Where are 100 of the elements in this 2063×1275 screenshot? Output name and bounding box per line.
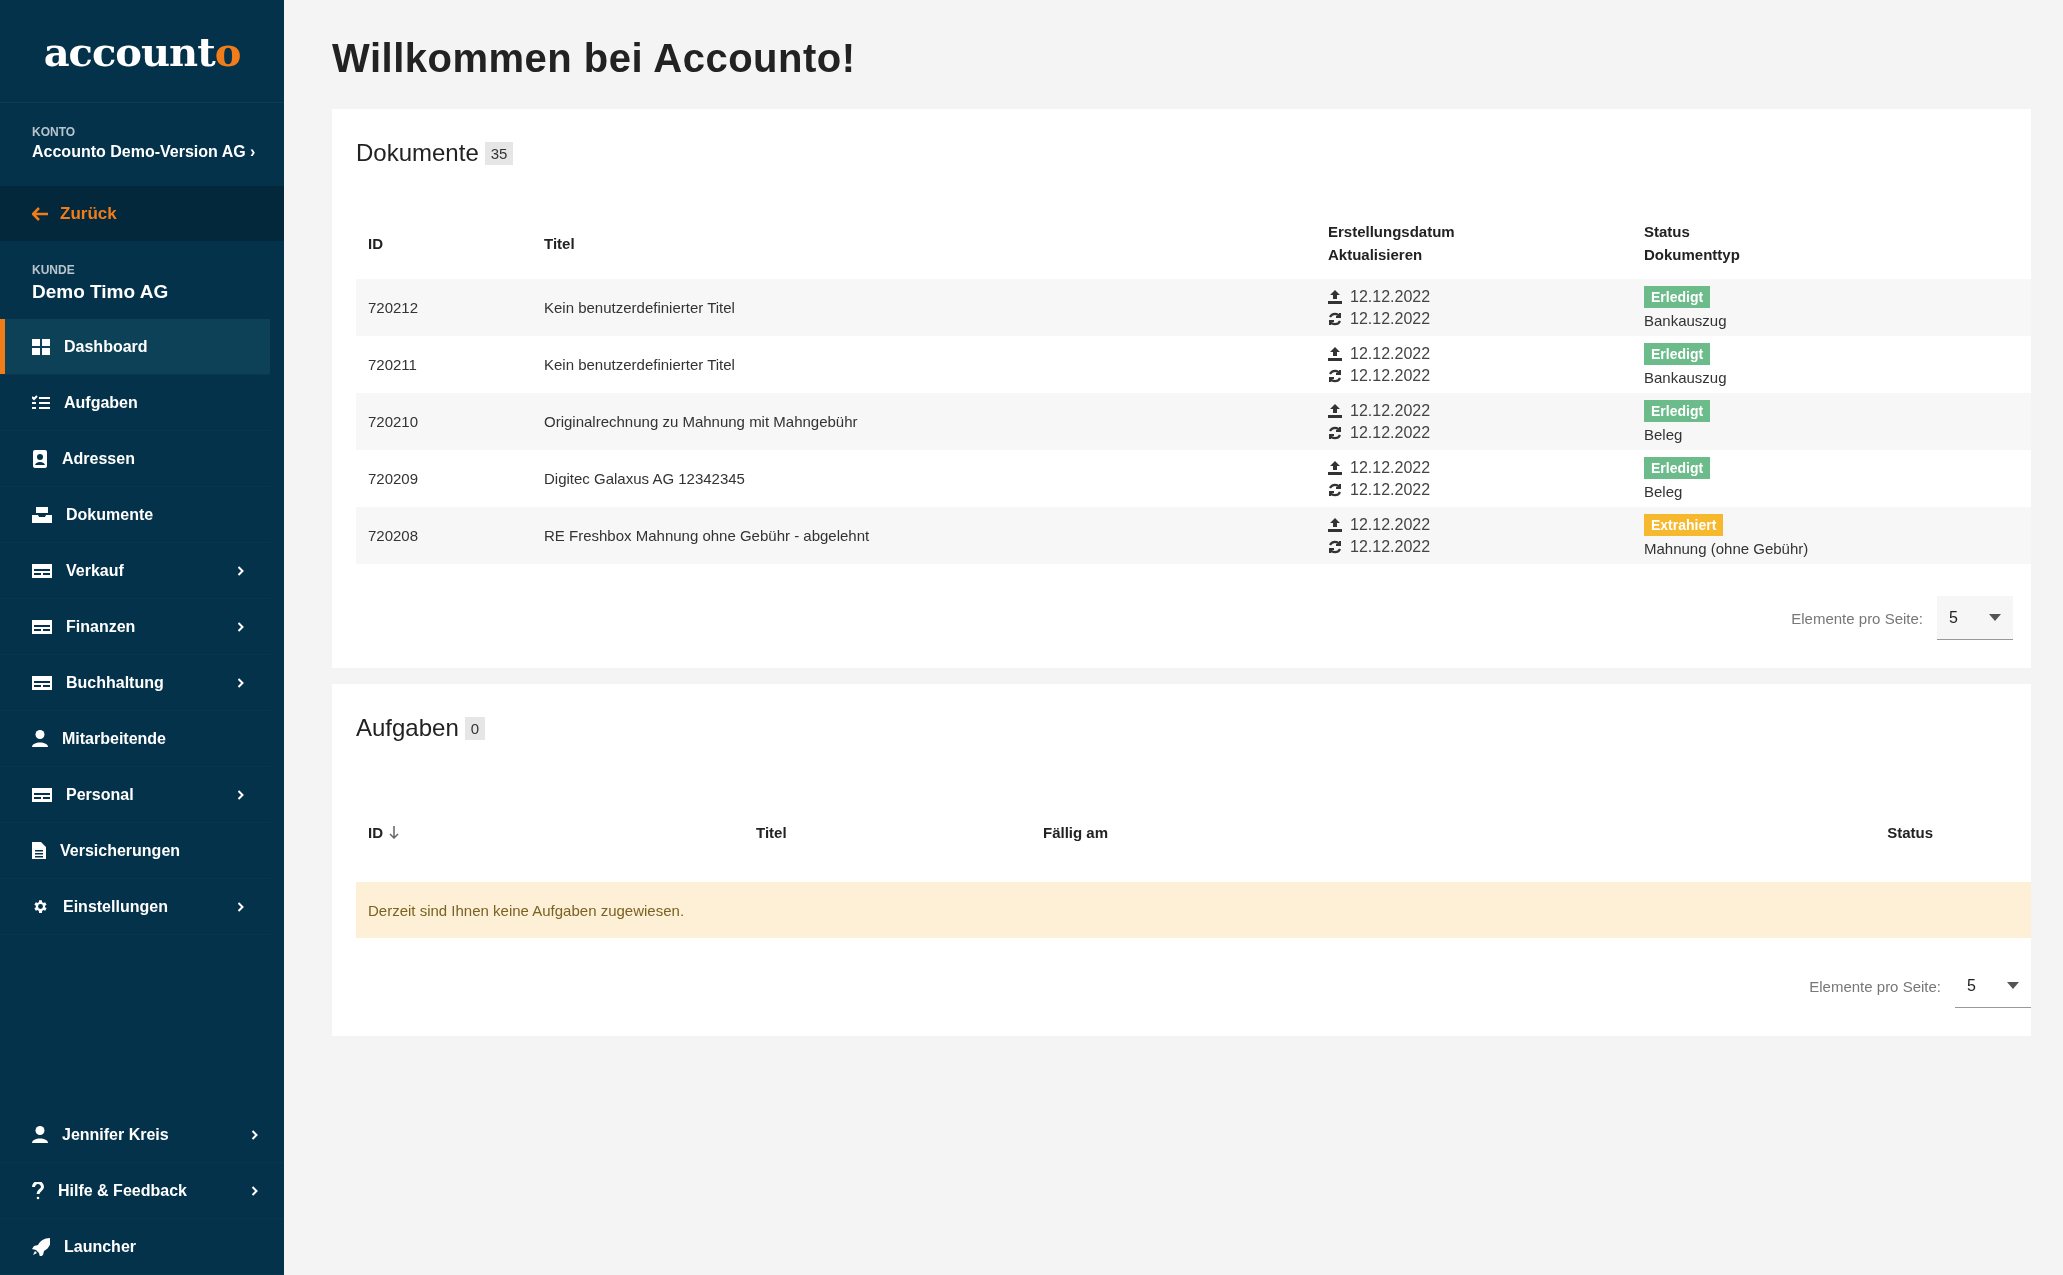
upload-icon [1328,460,1342,475]
arrow-left-icon [32,206,48,221]
card-icon [32,619,52,634]
section-title: Dokumente [356,139,479,167]
updated-date: 12.12.2022 [1350,309,1431,328]
account-name[interactable]: Accounto Demo-Version AG › [32,143,284,161]
table-cell-text: Kein benutzerdefinierter Titel [544,299,736,316]
sidebar-item[interactable]: Personal [0,767,270,823]
customer-name: Demo Timo AG [32,281,170,303]
refresh-icon [1328,311,1342,326]
refresh-icon [1328,482,1342,497]
table-cell-text: Originalrechnung zu Mahnung mit Mahngebühr [544,413,859,430]
sidebar-item[interactable]: Mitarbeitende [0,711,270,767]
empty-message: Derzeit sind Ihnen keine Aufgaben zugewiesen. [356,882,2031,938]
back-link[interactable]: Zurück [0,186,284,241]
document-type: Bankauszug [1644,312,1728,329]
document-type: Mahnung (ohne Gebühr) [1644,540,1810,557]
chevron-right-icon [237,621,244,632]
table-cell-text: 720212 [368,299,420,316]
chevron-right-icon [237,677,244,688]
sidebar-item[interactable]: Jennifer Kreis [0,1107,284,1163]
upload-icon [1328,517,1342,532]
chevron-right-icon [237,565,244,576]
updated-date: 12.12.2022 [1350,423,1431,442]
column-header[interactable]: Fällig am [1043,823,1109,841]
table-cell-text: 720208 [368,527,420,544]
column-header: Status [1644,223,1691,240]
accounto-logo[interactable]: accounto [43,27,241,75]
card-icon [32,675,52,690]
table-cell-text: Kein benutzerdefinierter Titel [544,356,736,373]
status-badge: Extrahiert [1644,514,1724,536]
upload-icon [1328,403,1342,418]
created-date: 12.12.2022 [1350,401,1431,420]
status-badge: Erledigt [1644,286,1711,308]
customer-label: KUNDE [32,263,76,277]
settings-icon [32,898,49,915]
checklist-icon [32,394,50,411]
column-header: Aktualisieren [1328,246,1424,263]
grid-icon [32,338,50,355]
caret-down-icon [2007,982,2019,989]
column-header[interactable]: Status [1887,823,1933,841]
count-badge: 35 [484,141,514,165]
updated-date: 12.12.2022 [1350,480,1431,499]
upload-icon [1328,346,1342,361]
inbox-icon [32,506,52,523]
sidebar-item[interactable]: Hilfe & Feedback [0,1163,284,1219]
column-header[interactable]: ID [368,823,383,841]
contact-card-icon [32,449,48,468]
sidebar-item[interactable]: Buchhaltung [0,655,270,711]
column-header: Titel [544,234,576,252]
sidebar-item[interactable]: Finanzen [0,599,270,655]
updated-date: 12.12.2022 [1350,537,1431,556]
sidebar-item[interactable]: Dashboard [0,319,270,375]
question-icon [32,1181,44,1200]
chevron-right-icon [251,1129,258,1140]
upload-icon [1328,289,1342,304]
sidebar-item[interactable]: Aufgaben [0,375,270,431]
chevron-right-icon [251,1185,258,1196]
updated-date: 12.12.2022 [1350,366,1431,385]
table-cell-text: Digitec Galaxus AG 12342345 [544,470,746,487]
column-header: Erstellungsdatum [1328,223,1456,240]
document-type: Beleg [1644,426,1684,443]
sort-descending-icon [389,825,399,839]
refresh-icon [1328,368,1342,383]
sidebar-item[interactable]: Einstellungen [0,879,270,935]
table-cell-text: 720210 [368,413,420,430]
sidebar-item[interactable]: Adressen [0,431,270,487]
sidebar-item[interactable]: Versicherungen [0,823,270,879]
page-size-label: Elemente pro Seite: [1791,609,1923,627]
created-date: 12.12.2022 [1350,515,1431,534]
section-title: Aufgaben [356,714,459,742]
document-icon [32,842,46,859]
table-cell-text: RE Freshbox Mahnung ohne Gebühr - abgelehnt [544,527,871,544]
user-icon [32,1126,48,1143]
refresh-icon [1328,425,1342,440]
card-icon [32,563,52,578]
column-header: ID [368,234,384,252]
created-date: 12.12.2022 [1350,344,1431,363]
column-header: Dokumenttyp [1644,246,1741,263]
created-date: 12.12.2022 [1350,458,1431,477]
sidebar-item[interactable]: Verkauf [0,543,270,599]
document-type: Beleg [1644,483,1684,500]
account-label: KONTO [32,125,77,139]
rocket-icon [32,1237,50,1256]
status-badge: Erledigt [1644,343,1711,365]
card-icon [32,787,52,802]
status-badge: Erledigt [1644,457,1711,479]
column-header[interactable]: Titel [756,823,787,841]
caret-down-icon [1989,614,2001,621]
sidebar-item[interactable]: Dokumente [0,487,270,543]
user-icon [32,730,48,747]
count-badge: 0 [464,716,486,740]
chevron-right-icon [237,901,244,912]
sidebar-item[interactable]: Launcher [0,1219,284,1275]
page-size-select[interactable]: 5 [1937,596,2013,640]
page-size-label: Elemente pro Seite: [1809,977,1941,995]
page-title: Willkommen bei Accounto! [332,36,857,81]
table-cell-text: 720211 [368,356,418,373]
table-cell-text: 720209 [368,470,420,487]
created-date: 12.12.2022 [1350,287,1431,306]
